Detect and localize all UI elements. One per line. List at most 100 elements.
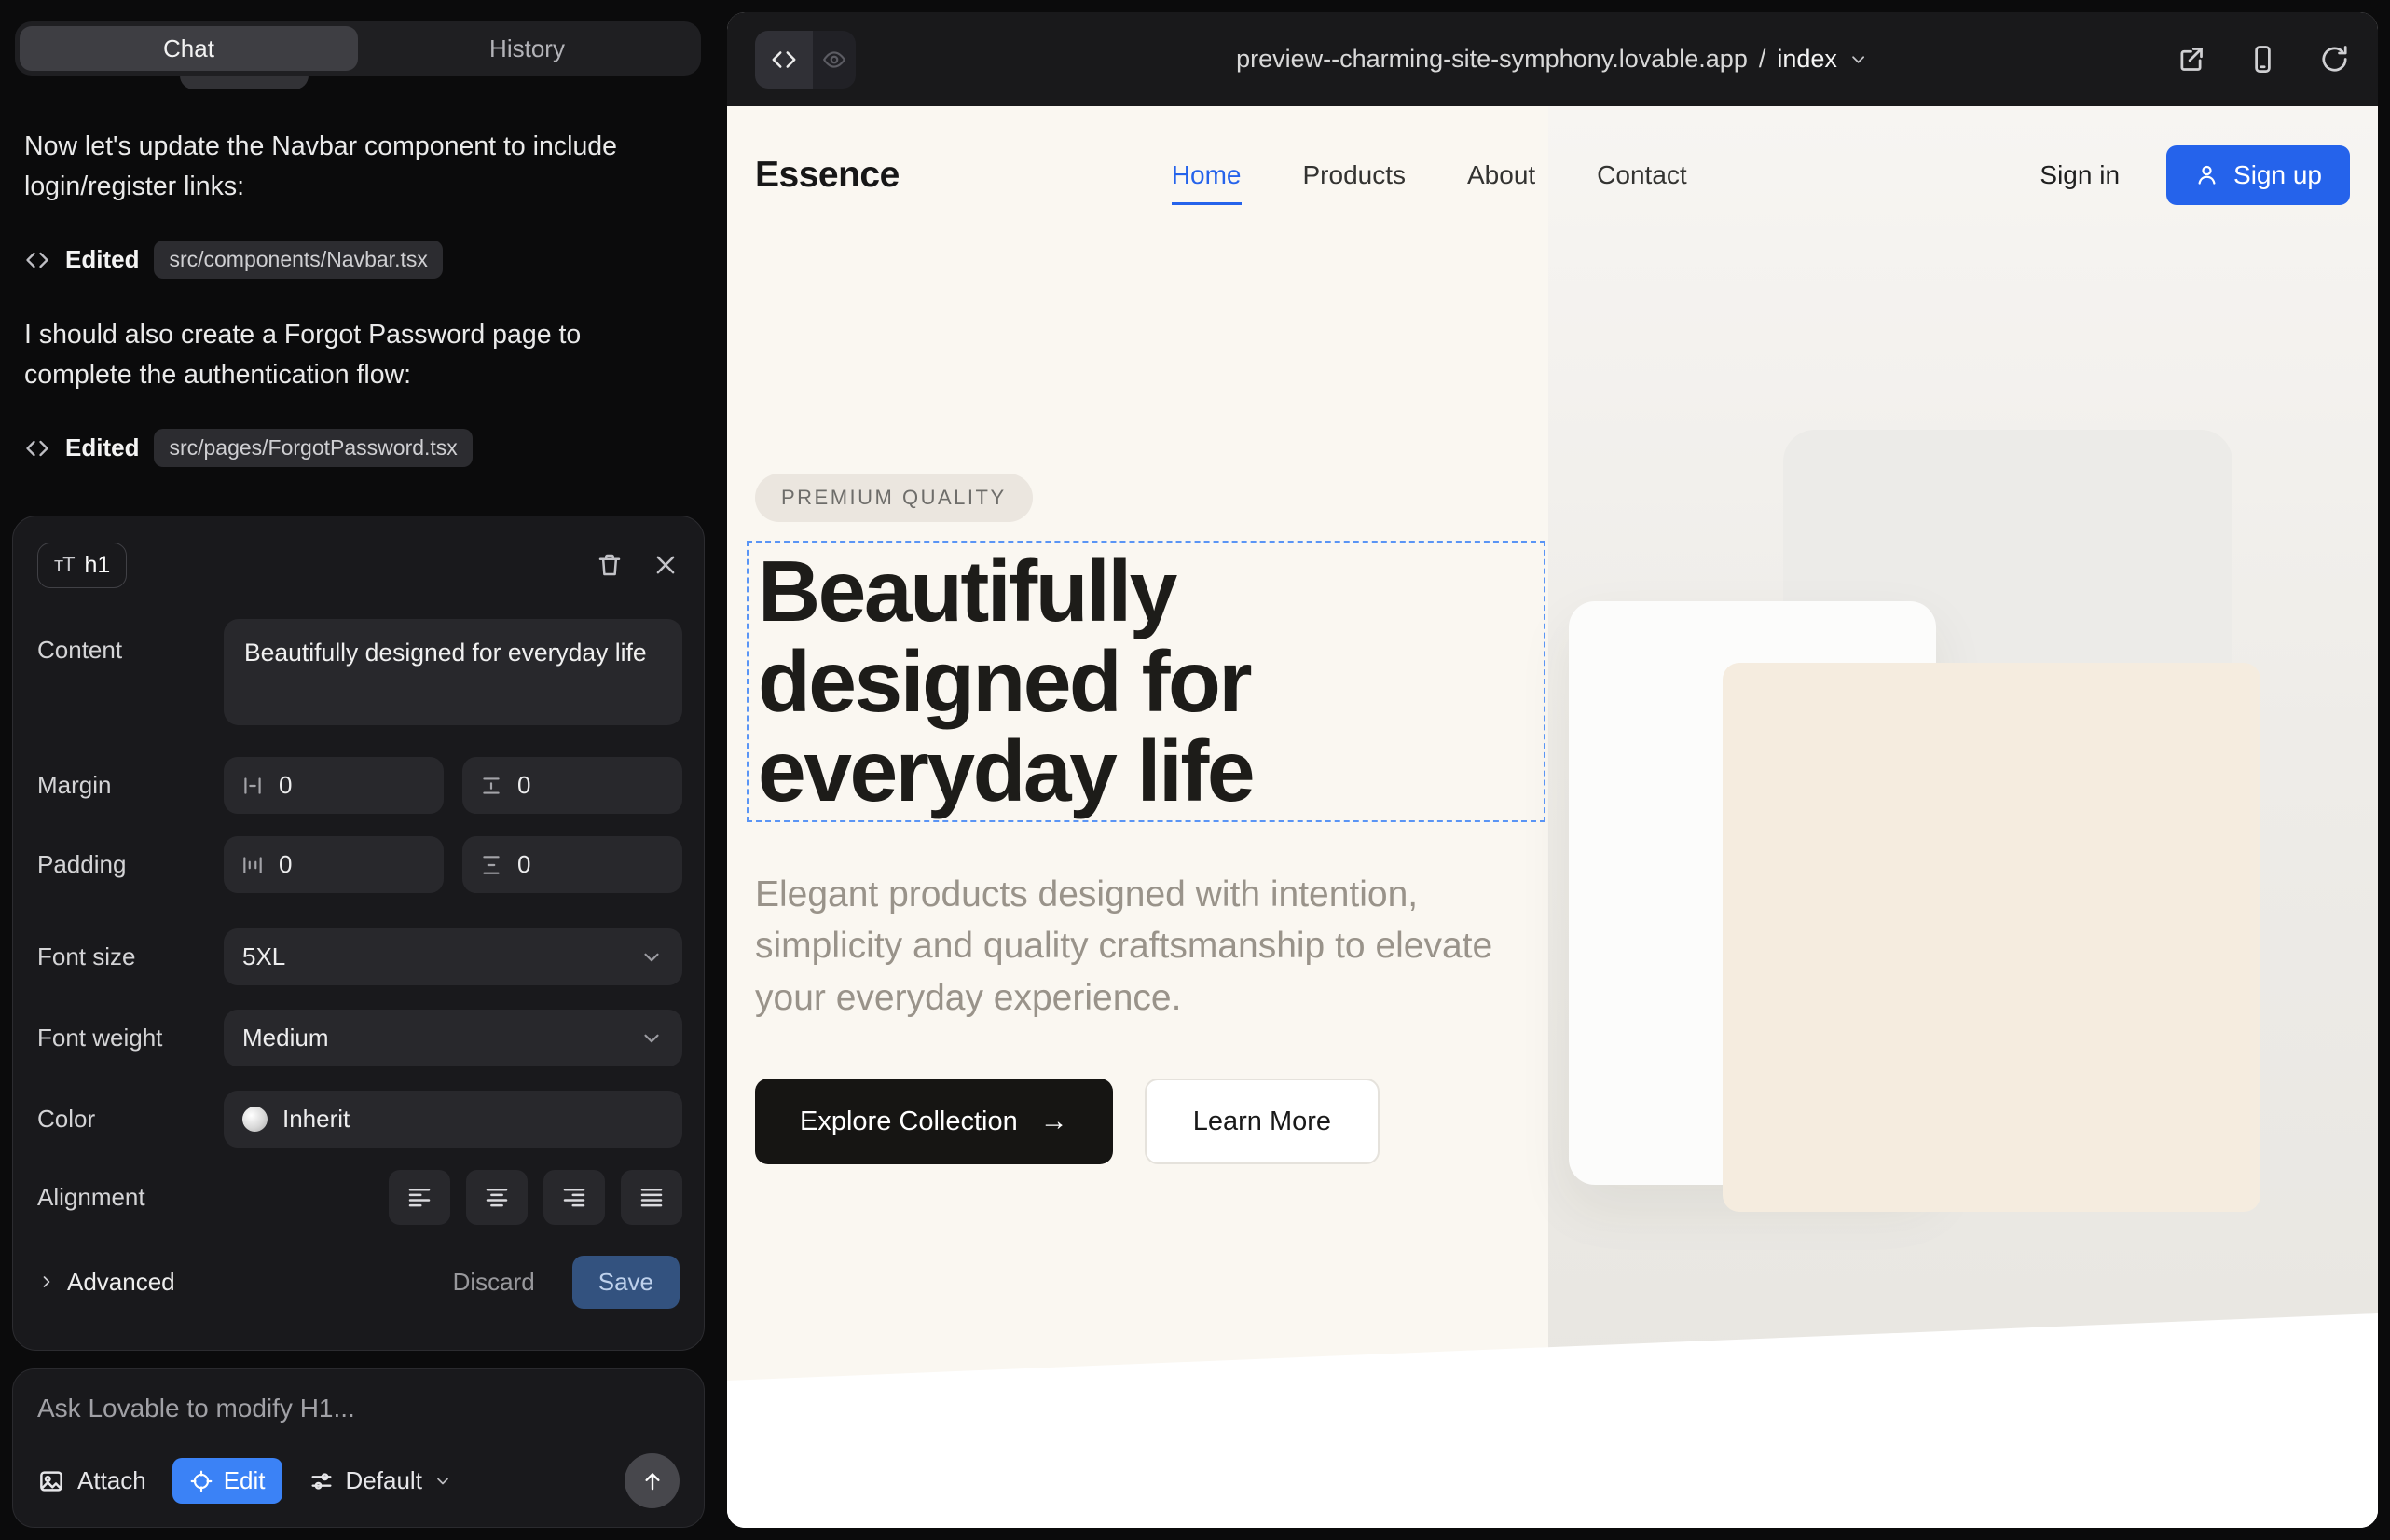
preview-topbar: preview--charming-site-symphony.lovable.… <box>727 12 2378 106</box>
nav-link-home[interactable]: Home <box>1172 160 1242 190</box>
explore-collection-button[interactable]: Explore Collection → <box>755 1079 1113 1164</box>
file-chip[interactable]: src/components/Navbar.tsx <box>154 241 442 279</box>
font-size-label: Font size <box>37 942 224 971</box>
save-button[interactable]: Save <box>572 1256 680 1309</box>
edit-mode-button[interactable]: Edit <box>172 1458 282 1504</box>
code-icon <box>24 435 50 461</box>
close-icon[interactable] <box>652 551 680 579</box>
arrow-right-icon: → <box>1040 1106 1068 1137</box>
composer-input[interactable]: Ask Lovable to modify H1... <box>37 1394 680 1423</box>
hero-heading: Beautifully designed for everyday life <box>758 546 1544 817</box>
send-button[interactable] <box>625 1453 680 1508</box>
color-value: Inherit <box>282 1105 350 1134</box>
alignment-group <box>224 1170 682 1225</box>
alignment-label: Alignment <box>37 1183 224 1212</box>
open-external-button[interactable] <box>2176 44 2206 75</box>
refresh-button[interactable] <box>2319 44 2350 75</box>
padding-y-input[interactable]: 0 <box>462 836 682 893</box>
font-size-select[interactable]: 5XL <box>224 928 682 985</box>
decor-beige-card <box>1723 663 2260 1212</box>
tab-history[interactable]: History <box>358 26 696 71</box>
hero-cta-row: Explore Collection → Learn More <box>755 1079 1380 1164</box>
color-select[interactable]: Inherit <box>224 1091 682 1148</box>
nav-link-contact[interactable]: Contact <box>1597 160 1687 190</box>
sign-up-button[interactable]: Sign up <box>2166 145 2350 205</box>
view-toggle <box>755 31 856 89</box>
attach-label: Attach <box>77 1466 146 1495</box>
padding-label: Padding <box>37 850 224 879</box>
site-logo[interactable]: Essence <box>755 155 900 196</box>
hero-subtext: Elegant products designed with intention… <box>755 869 1501 1024</box>
h1-selection-outline[interactable]: Beautifully designed for everyday life <box>747 541 1545 822</box>
editor-header: тT h1 <box>37 539 680 591</box>
site-preview: Essence Home Products About Contact Sign… <box>727 106 2378 1528</box>
discard-button[interactable]: Discard <box>453 1268 535 1297</box>
vertical-spacing-icon <box>479 774 503 798</box>
sign-in-link[interactable]: Sign in <box>2040 160 2120 190</box>
font-weight-label: Font weight <box>37 1024 224 1052</box>
model-default-select[interactable]: Default <box>309 1466 452 1495</box>
horizontal-spacing-icon <box>240 774 265 798</box>
padding-x-input[interactable]: 0 <box>224 836 444 893</box>
preview-panel: preview--charming-site-symphony.lovable.… <box>727 12 2378 1528</box>
url-separator: / <box>1759 45 1766 74</box>
horizontal-padding-icon <box>240 853 265 877</box>
color-swatch <box>242 1107 268 1132</box>
learn-more-button[interactable]: Learn More <box>1145 1079 1380 1164</box>
chevron-down-icon <box>1848 49 1869 70</box>
file-chip[interactable]: src/pages/ForgotPassword.tsx <box>154 429 472 467</box>
element-editor-panel: тT h1 Content Beautifully designed for e… <box>12 516 705 1351</box>
chevron-down-icon <box>639 945 664 969</box>
sign-up-label: Sign up <box>2233 160 2322 190</box>
margin-y-value: 0 <box>517 771 530 800</box>
chat-message: Now let's update the Navbar component to… <box>24 127 688 207</box>
attach-button[interactable]: Attach <box>37 1466 146 1495</box>
chat-message: I should also create a Forgot Password p… <box>24 315 688 395</box>
content-input[interactable]: Beautifully designed for everyday life <box>224 619 682 725</box>
sliders-icon <box>309 1468 335 1494</box>
font-weight-select[interactable]: Medium <box>224 1010 682 1066</box>
margin-x-input[interactable]: 0 <box>224 757 444 814</box>
delete-element-button[interactable] <box>596 551 624 579</box>
chat-sidebar: Chat History Now let's update the Navbar… <box>0 0 725 1540</box>
typography-icon: тT <box>54 553 75 577</box>
chat-composer: Ask Lovable to modify H1... Attach Edit … <box>12 1368 705 1528</box>
chevron-right-icon <box>37 1272 56 1291</box>
image-icon <box>37 1467 65 1495</box>
tab-chat[interactable]: Chat <box>20 26 358 71</box>
align-right-button[interactable] <box>543 1170 605 1225</box>
edit-label: Edit <box>224 1466 266 1495</box>
nav-link-products[interactable]: Products <box>1303 160 1407 190</box>
premium-quality-badge: PREMIUM QUALITY <box>755 474 1033 522</box>
nav-link-about[interactable]: About <box>1467 160 1535 190</box>
chevron-down-icon <box>433 1472 452 1491</box>
chevron-down-icon <box>639 1026 664 1051</box>
margin-y-input[interactable]: 0 <box>462 757 682 814</box>
padding-y-value: 0 <box>517 850 530 879</box>
edited-file-row: Edited src/pages/ForgotPassword.tsx <box>24 429 473 467</box>
preview-view-button[interactable] <box>813 31 856 89</box>
preview-page: index <box>1777 45 1837 74</box>
edited-file-row: Edited src/components/Navbar.tsx <box>24 241 443 279</box>
code-icon <box>24 247 50 273</box>
sidebar-tabs: Chat History <box>15 21 701 76</box>
content-label: Content <box>37 619 224 665</box>
person-icon <box>2194 162 2219 187</box>
color-label: Color <box>37 1105 224 1134</box>
url-bar[interactable]: preview--charming-site-symphony.lovable.… <box>1236 45 1869 74</box>
code-view-button[interactable] <box>755 31 813 89</box>
vertical-padding-icon <box>479 853 503 877</box>
edited-label: Edited <box>65 433 139 462</box>
align-center-button[interactable] <box>466 1170 528 1225</box>
advanced-toggle[interactable]: Advanced <box>37 1268 175 1297</box>
element-tag-label: h1 <box>85 552 111 579</box>
explore-collection-label: Explore Collection <box>800 1107 1018 1137</box>
element-tag-pill[interactable]: тT h1 <box>37 543 127 588</box>
default-label: Default <box>346 1466 422 1495</box>
mobile-view-button[interactable] <box>2247 44 2278 75</box>
edited-label: Edited <box>65 245 139 274</box>
font-weight-value: Medium <box>242 1024 328 1052</box>
preview-url: preview--charming-site-symphony.lovable.… <box>1236 45 1748 74</box>
align-justify-button[interactable] <box>621 1170 682 1225</box>
align-left-button[interactable] <box>389 1170 450 1225</box>
